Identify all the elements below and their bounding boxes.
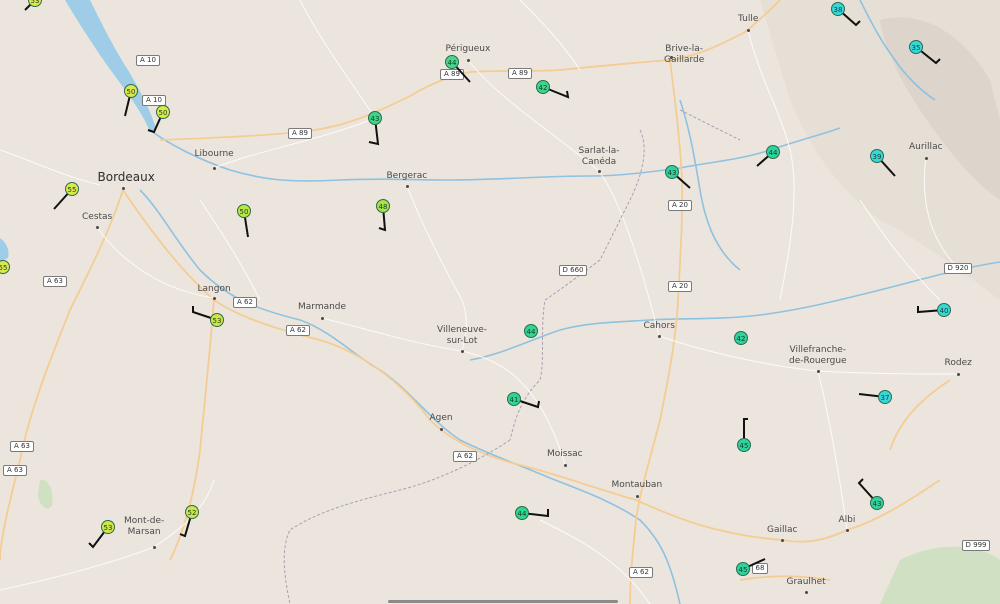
horizontal-scrollbar[interactable] bbox=[388, 600, 618, 603]
wind-speed-value: 42 bbox=[734, 331, 748, 345]
wind-speed-value: 45 bbox=[736, 562, 750, 576]
city-label: Moissac bbox=[547, 449, 583, 459]
road-shield: A 63 bbox=[3, 465, 27, 476]
city-label: Gaillac bbox=[767, 525, 798, 535]
wind-speed-value: 45 bbox=[737, 438, 751, 452]
city-marker bbox=[780, 538, 784, 542]
wind-speed-value: 48 bbox=[376, 199, 390, 213]
wind-speed-value: 43 bbox=[368, 111, 382, 125]
city-label: Libourne bbox=[194, 149, 234, 159]
city-label: Bordeaux bbox=[97, 170, 155, 184]
wind-speed-value: 44 bbox=[766, 145, 780, 159]
wind-speed-value: 43 bbox=[665, 165, 679, 179]
road-shield: D 999 bbox=[961, 540, 991, 551]
city-label: Villefranche-de-Rouergue bbox=[789, 345, 847, 366]
city-label: Cahors bbox=[643, 321, 675, 331]
wind-speed-value: 40 bbox=[937, 303, 951, 317]
city-marker bbox=[152, 545, 156, 549]
city-label: Brive-la- Gaillarde bbox=[664, 44, 705, 65]
city-marker bbox=[635, 494, 639, 498]
city-marker bbox=[597, 169, 601, 173]
wind-speed-value: 41 bbox=[507, 392, 521, 406]
city-marker bbox=[563, 463, 567, 467]
city-marker bbox=[804, 590, 808, 594]
wind-speed-value: 35 bbox=[909, 40, 923, 54]
wind-speed-value: 52 bbox=[185, 505, 199, 519]
road-shield: A 89 bbox=[288, 128, 312, 139]
map-canvas[interactable]: Bordeaux Libourne Cestas Langon Marmande Berg… bbox=[0, 0, 1000, 604]
city-label: Sarlat-la- Canéda bbox=[578, 146, 620, 167]
city-label: Graulhet bbox=[786, 577, 826, 587]
wind-speed-value: 44 bbox=[515, 506, 529, 520]
road-shield: A 62 bbox=[286, 325, 310, 336]
city-marker bbox=[816, 369, 820, 373]
city-label: Villeneuve-sur-Lot bbox=[437, 325, 488, 346]
city-marker bbox=[956, 372, 960, 376]
city-label: Aurillac bbox=[909, 142, 943, 152]
wind-speed-value: 38 bbox=[831, 2, 845, 16]
road-shield: A 62 bbox=[453, 451, 477, 462]
wind-speed-value: 44 bbox=[445, 55, 459, 69]
city-marker bbox=[95, 225, 99, 229]
wind-speed-value: 43 bbox=[870, 496, 884, 510]
city-marker bbox=[924, 156, 928, 160]
city-marker bbox=[212, 166, 216, 170]
road-shield: A 20 bbox=[668, 281, 692, 292]
city-label: Rodez bbox=[944, 358, 972, 368]
wind-speed-value: 42 bbox=[536, 80, 550, 94]
city-marker bbox=[669, 55, 673, 59]
city-marker bbox=[320, 316, 324, 320]
road-shield: D 920 bbox=[943, 263, 973, 274]
wind-speed-value: 50 bbox=[237, 204, 251, 218]
city-label: Montauban bbox=[611, 480, 663, 490]
city-marker bbox=[439, 427, 443, 431]
wind-speed-value: 50 bbox=[156, 105, 170, 119]
road-shield: A 63 bbox=[43, 276, 67, 287]
road-shield: D 660 bbox=[558, 265, 588, 276]
city-label: Marmande bbox=[298, 302, 347, 312]
city-label: Agen bbox=[429, 413, 453, 423]
wind-speed-value: 37 bbox=[878, 390, 892, 404]
road-shield: A 62 bbox=[629, 567, 653, 578]
wind-speed-value: 53 bbox=[210, 313, 224, 327]
city-marker bbox=[121, 186, 125, 190]
wind-speed-value: 39 bbox=[870, 149, 884, 163]
wind-speed-value: 53 bbox=[101, 520, 115, 534]
city-label: Tulle bbox=[738, 14, 759, 24]
wind-speed-value: 44 bbox=[524, 324, 538, 338]
city-marker bbox=[460, 349, 464, 353]
city-marker bbox=[657, 334, 661, 338]
road-shield: A 63 bbox=[10, 441, 34, 452]
city-marker bbox=[746, 28, 750, 32]
wind-speed-value: 55 bbox=[65, 182, 79, 196]
